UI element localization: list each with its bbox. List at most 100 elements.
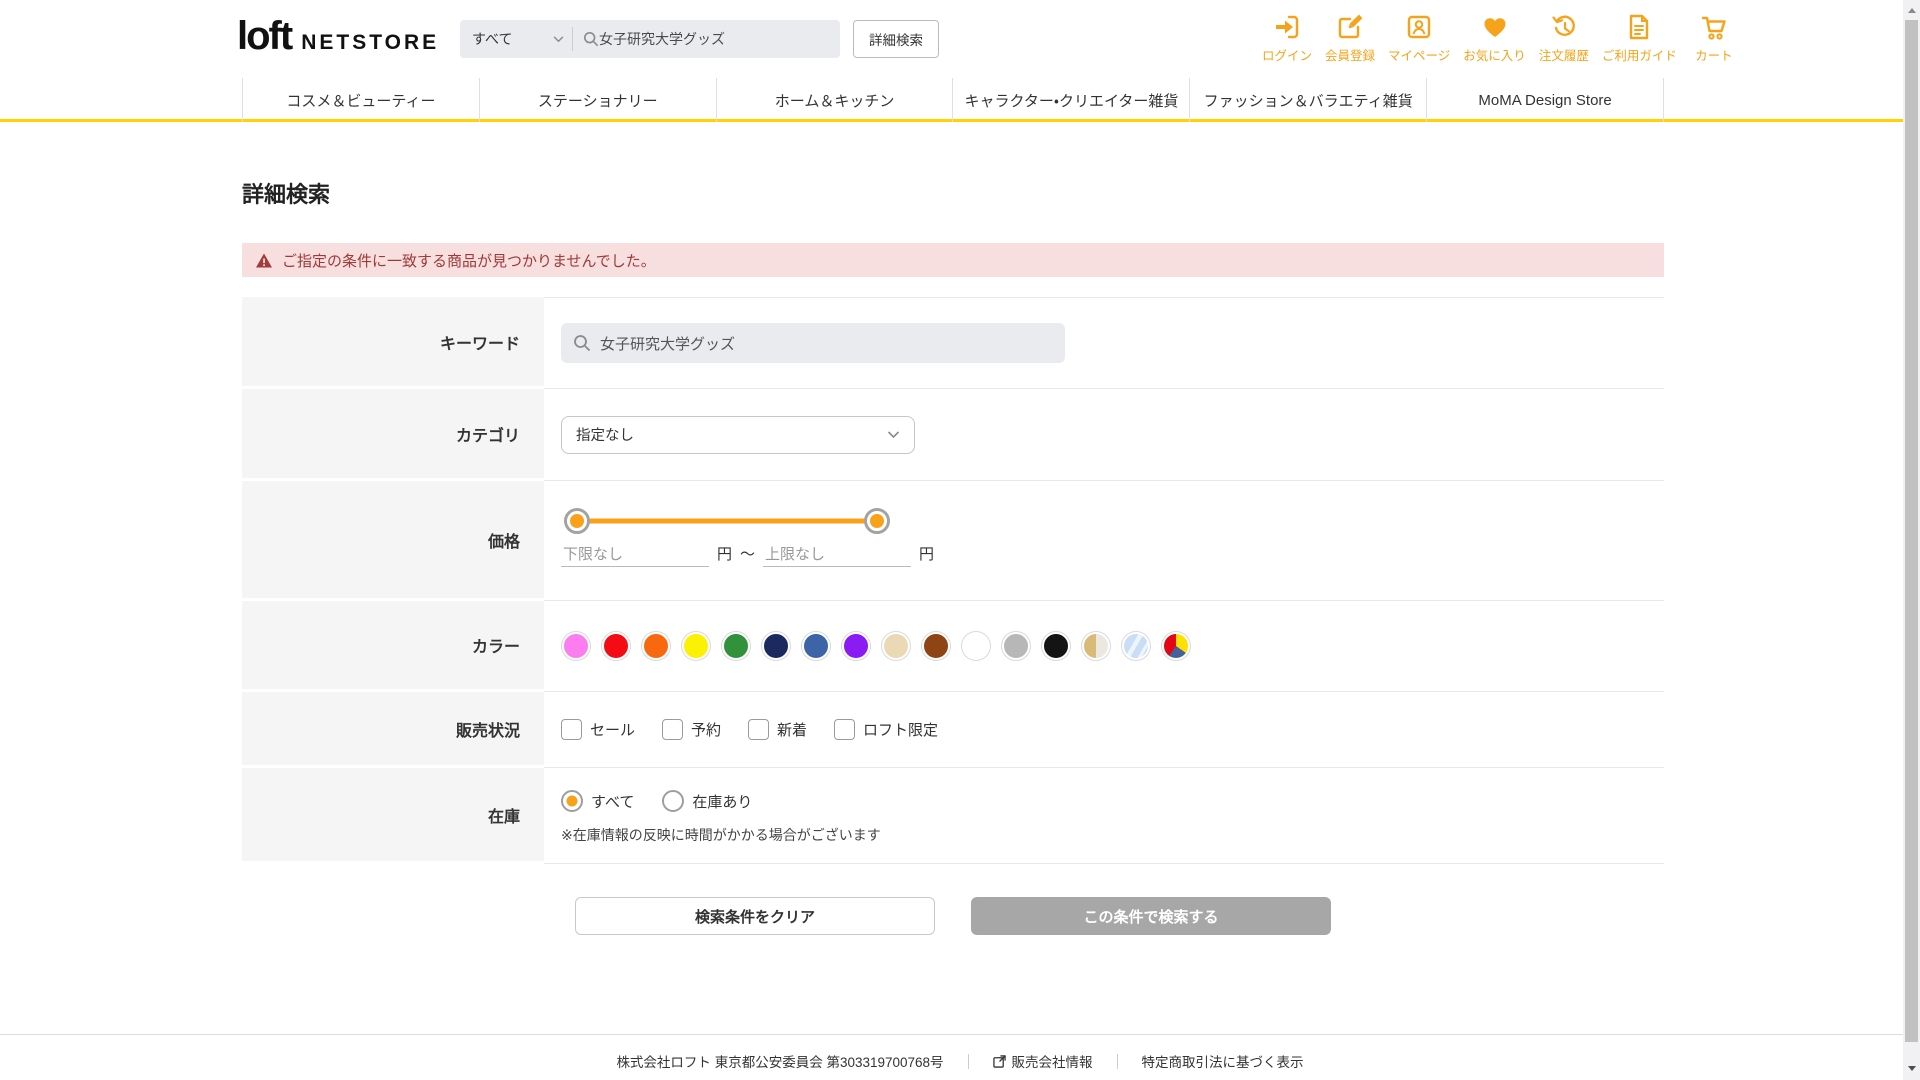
nav-item-moma[interactable]: MoMA Design Store: [1426, 78, 1664, 122]
cart-link[interactable]: カート: [1690, 12, 1738, 64]
yen-unit-min: 円: [717, 543, 732, 564]
search-form: キーワード カテゴリ 指定なし 価格: [242, 297, 1664, 864]
price-max-input[interactable]: [763, 543, 911, 567]
color-swatch-multicolor[interactable]: [1161, 631, 1191, 661]
checkbox-sale[interactable]: セール: [561, 719, 635, 740]
header-search-bar: すべて: [460, 20, 840, 58]
color-swatch-red[interactable]: [601, 631, 631, 661]
swatch-circle: [1162, 632, 1190, 660]
color-swatch-beige[interactable]: [881, 631, 911, 661]
radio-in-stock[interactable]: 在庫あり: [662, 790, 752, 812]
color-swatch-green[interactable]: [721, 631, 751, 661]
color-swatch-gray[interactable]: [1001, 631, 1031, 661]
checkbox-label: 新着: [777, 719, 807, 740]
register-link[interactable]: 会員登録: [1325, 12, 1375, 64]
checkbox-loft-limited[interactable]: ロフト限定: [834, 719, 938, 740]
stock-label: 在庫: [242, 768, 544, 864]
nav-item-character[interactable]: キャラクター・クリエイター雑貨: [952, 78, 1189, 122]
swatch-circle: [722, 632, 750, 660]
radio-all[interactable]: すべて: [561, 790, 634, 812]
color-swatch-white[interactable]: [961, 631, 991, 661]
price-row: 価格 円 ～ 円: [242, 481, 1664, 601]
footer-divider: [1117, 1054, 1118, 1069]
swatch-circle: [802, 632, 830, 660]
swatch-circle: [682, 632, 710, 660]
color-swatch-navy[interactable]: [761, 631, 791, 661]
checkbox-label: セール: [590, 719, 635, 740]
loft-logo[interactable]: loft NETSTORE: [237, 16, 439, 56]
price-min-input[interactable]: [561, 543, 709, 567]
color-swatch-clear[interactable]: [1121, 631, 1151, 661]
scrollbar-down-arrow[interactable]: [1903, 1060, 1920, 1077]
price-label: 価格: [242, 481, 544, 601]
checkbox-box: [748, 719, 769, 740]
color-swatch-black[interactable]: [1041, 631, 1071, 661]
color-swatch-gold-silver[interactable]: [1081, 631, 1111, 661]
price-slider-max-handle[interactable]: [864, 508, 890, 534]
swatch-circle: [962, 632, 990, 660]
category-select[interactable]: 指定なし: [561, 416, 915, 454]
favorites-link[interactable]: お気に入り: [1463, 12, 1526, 64]
search-query-area: [573, 20, 840, 58]
color-label: カラー: [242, 601, 544, 692]
order-history-link[interactable]: 注文履歴: [1539, 12, 1589, 64]
header-search-input[interactable]: [599, 31, 830, 47]
keyword-input[interactable]: [600, 335, 1053, 352]
warning-icon: [255, 252, 273, 269]
login-label: ログイン: [1262, 45, 1312, 64]
guide-link[interactable]: ご利用ガイド: [1602, 12, 1677, 64]
error-message-text: ご指定の条件に一致する商品が見つかりませんでした。: [282, 250, 656, 271]
keyword-input-wrap: [561, 323, 1065, 363]
swatch-circle: [642, 632, 670, 660]
color-swatch-brown[interactable]: [921, 631, 951, 661]
scrollbar-thumb[interactable]: [1905, 20, 1918, 1042]
nav-item-home-kitchen[interactable]: ホーム＆キッチン: [716, 78, 953, 122]
footer-row: 株式会社ロフト 東京都公安委員会 第303319700768号 販売会社情報 特…: [0, 1051, 1920, 1071]
clear-conditions-button[interactable]: 検索条件をクリア: [575, 897, 935, 935]
color-swatch-purple[interactable]: [841, 631, 871, 661]
swatch-circle: [1042, 632, 1070, 660]
vertical-scrollbar[interactable]: [1903, 0, 1920, 1080]
detail-search-button[interactable]: 詳細検索: [853, 20, 939, 58]
page: loft NETSTORE すべて 詳細検索 ログイン 会員登録: [0, 0, 1920, 1080]
nav-item-cosme[interactable]: コスメ＆ビューティー: [242, 78, 479, 122]
checkbox-box: [834, 719, 855, 740]
sale-status-row: 販売状況 セール 予約 新着: [242, 692, 1664, 768]
radio-label: 在庫あり: [692, 791, 752, 812]
login-link[interactable]: ログイン: [1262, 12, 1312, 64]
swatch-circle: [1122, 632, 1150, 660]
checkbox-label: 予約: [691, 719, 721, 740]
mypage-label: マイページ: [1388, 45, 1450, 64]
mypage-link[interactable]: マイページ: [1388, 12, 1450, 64]
swatch-circle: [922, 632, 950, 660]
favorites-label: お気に入り: [1463, 45, 1526, 64]
keyword-row: キーワード: [242, 297, 1664, 389]
chevron-down-icon: [887, 431, 900, 439]
price-slider-min-handle[interactable]: [564, 508, 590, 534]
footer-link-tokushoho[interactable]: 特定商取引法に基づく表示: [1142, 1051, 1304, 1071]
price-separator: ～: [740, 543, 755, 564]
nav-item-fashion[interactable]: ファッション＆バラエティ雑貨: [1189, 78, 1426, 122]
color-swatch-pink[interactable]: [561, 631, 591, 661]
order-history-icon: [1549, 12, 1579, 42]
price-slider-track: [577, 519, 877, 524]
color-swatch-yellow[interactable]: [681, 631, 711, 661]
nav-item-stationery[interactable]: ステーショナリー: [479, 78, 716, 122]
stock-options: すべて 在庫あり: [561, 790, 752, 812]
scrollbar-up-arrow[interactable]: [1903, 2, 1920, 19]
checkbox-new[interactable]: 新着: [748, 719, 807, 740]
error-message-box: ご指定の条件に一致する商品が見つかりませんでした。: [242, 243, 1664, 277]
checkbox-box: [662, 719, 683, 740]
search-category-select[interactable]: すべて: [460, 20, 572, 58]
cart-label: カート: [1695, 45, 1733, 64]
search-category-value: すべて: [472, 29, 553, 49]
color-swatch-orange[interactable]: [641, 631, 671, 661]
category-label: カテゴリ: [242, 389, 544, 481]
color-swatch-blue[interactable]: [801, 631, 831, 661]
order-history-label: 注文履歴: [1539, 45, 1589, 64]
footer-link-seller-info[interactable]: 販売会社情報: [993, 1051, 1093, 1071]
external-link-icon: [993, 1055, 1006, 1068]
logo-brand-text: loft: [237, 16, 291, 56]
search-with-conditions-button[interactable]: この条件で検索する: [971, 897, 1331, 935]
checkbox-reservation[interactable]: 予約: [662, 719, 721, 740]
